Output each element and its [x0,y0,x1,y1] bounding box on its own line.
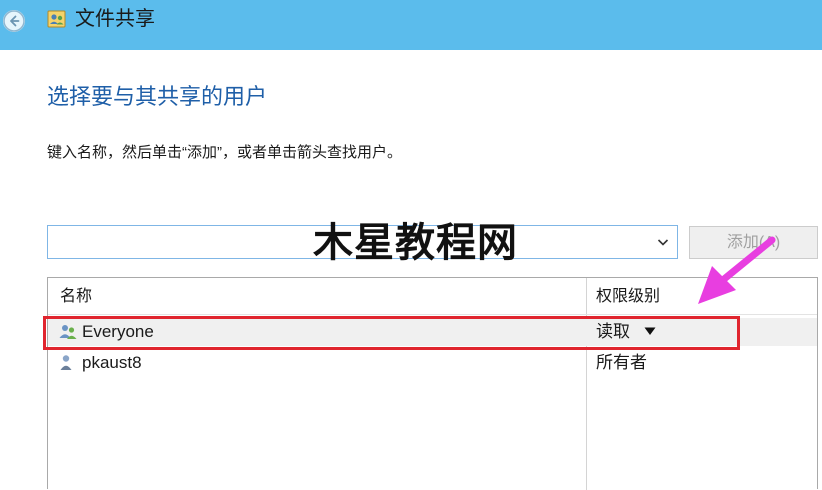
column-header-permission[interactable]: 权限级别 [596,286,660,308]
instruction-text: 键入名称，然后单击“添加”，或者单击箭头查找用户。 [47,144,402,161]
permission-level: 所有者 [596,353,647,372]
column-divider [586,278,587,490]
users-share-icon [47,10,66,28]
pointer-arrow-icon [698,236,776,304]
header-separator [48,314,817,315]
watermark-text: 木星教程网 [313,220,518,266]
page-heading: 选择要与其共享的用户 [47,84,268,109]
back-arrow-icon [3,10,25,32]
title-bar: 文件共享 [0,0,822,50]
list-row-pkaust8[interactable]: pkaust8 所有者 [48,349,817,377]
column-header-name[interactable]: 名称 [60,286,92,308]
window-title: 文件共享 [75,8,155,30]
user-name: pkaust8 [82,353,142,372]
chevron-down-icon[interactable] [655,234,671,250]
highlight-box [43,316,740,350]
back-button[interactable] [3,10,25,32]
single-user-icon [60,355,72,370]
